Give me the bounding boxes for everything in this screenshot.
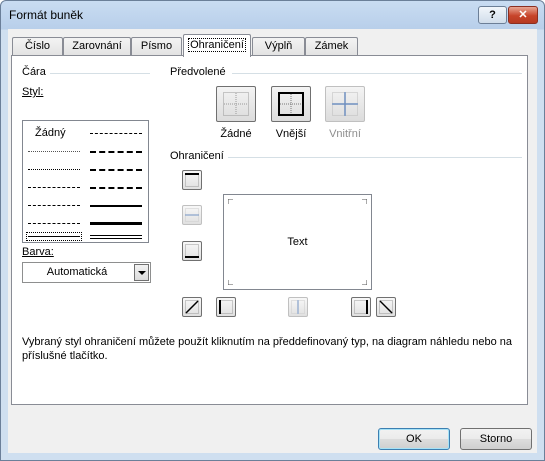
preset-none-label: Žádné [220,128,252,140]
border-preview[interactable]: Text [223,194,372,290]
group-divider [228,157,522,158]
line-style-list[interactable]: Žádný [22,120,149,243]
border-diagonal-up-button[interactable] [182,297,202,317]
cancel-button[interactable]: Storno [460,428,532,450]
presets-title: Předvolené [170,66,226,78]
line-style-medium-dash-dot[interactable] [90,169,142,171]
border-tab-panel: Čára Styl: Žádný Barva: Automatická Před… [11,55,528,405]
format-cells-dialog: Formát buněk ? ✕ Číslo Zarovnání Písmo O… [0,0,545,461]
border-bottom-button[interactable] [182,241,202,261]
preset-none-button[interactable] [216,86,256,122]
chevron-down-icon[interactable] [134,264,149,281]
line-style-dash-dot-dot[interactable] [28,187,80,188]
border-left-button[interactable] [216,297,236,317]
line-style-double[interactable] [90,235,142,239]
border-inside-icon [332,92,358,116]
line-style-hair[interactable] [28,151,80,152]
tab-protection[interactable]: Zámek [305,37,358,55]
preset-outline-button[interactable] [271,86,311,122]
border-diagonal-down-button[interactable] [376,297,396,317]
preview-text: Text [287,236,308,248]
description-text: Vybraný styl ohraničení můžete použít kl… [22,336,512,362]
color-value: Automatická [46,266,108,278]
preset-inside-label: Vnitřní [329,128,361,140]
line-style-thin-selected[interactable] [26,232,82,241]
line-style-thick[interactable] [90,222,142,225]
close-button[interactable]: ✕ [508,6,538,24]
preset-outline-label: Vnější [275,128,307,140]
tab-border[interactable]: Ohraničení [183,34,251,57]
color-dropdown[interactable]: Automatická [22,262,151,283]
line-style-dashed[interactable] [28,223,80,224]
tab-font[interactable]: Písmo [131,37,182,55]
tab-alignment[interactable]: Zarovnání [63,37,131,55]
border-group-title: Ohraničení [170,150,224,162]
border-inside-vertical-button[interactable] [288,297,308,317]
window-title: Formát buněk [9,8,84,22]
line-style-dash-dot[interactable] [28,205,80,206]
line-group-title: Čára [22,66,46,78]
border-inside-horizontal-button[interactable] [182,205,202,225]
border-top-button[interactable] [182,170,202,190]
line-style-dotted[interactable] [28,169,80,170]
group-divider [50,73,150,74]
line-style-medium-dash-dot-dot[interactable] [90,133,142,134]
preset-inside-button[interactable] [325,86,365,122]
title-bar[interactable]: Formát buněk ? ✕ [1,1,544,29]
line-style-medium[interactable] [90,205,142,207]
help-button[interactable]: ? [478,6,507,24]
ok-button[interactable]: OK [378,428,450,450]
line-style-none[interactable]: Žádný [35,127,66,139]
tab-fill[interactable]: Výplň [252,37,305,55]
group-divider [232,73,522,74]
dialog-client-area: Číslo Zarovnání Písmo Ohraničení Výplň Z… [8,29,537,453]
line-style-medium-dashed[interactable] [90,187,142,189]
border-outline-icon [278,92,304,116]
color-label: Barva: [22,246,54,258]
line-style-slant-dash-dot[interactable] [90,151,142,153]
border-none-icon [223,92,249,116]
style-label: Styl: [22,86,44,98]
border-right-button[interactable] [351,297,371,317]
tab-number[interactable]: Číslo [12,37,63,55]
